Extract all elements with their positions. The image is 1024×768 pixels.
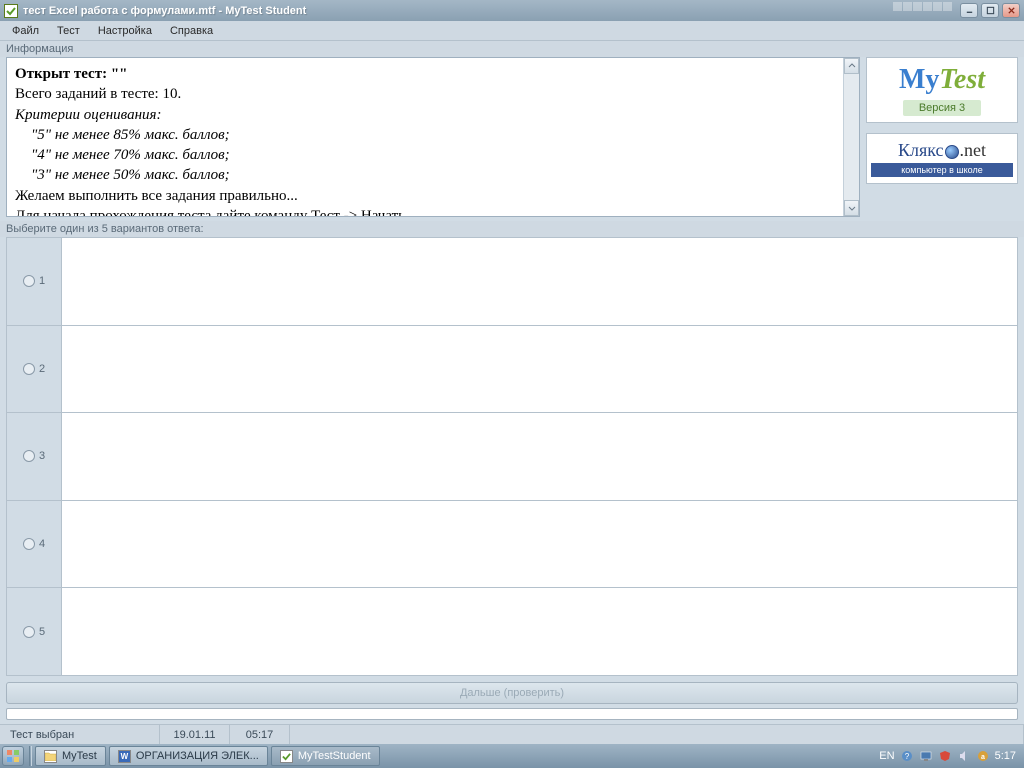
info-grade3: "3" не менее 50% макс. баллов; (15, 165, 851, 185)
close-button[interactable] (1002, 3, 1020, 18)
globe-icon (945, 145, 959, 159)
windows-icon (6, 749, 20, 763)
status-time: 05:17 (230, 725, 290, 744)
menu-file[interactable]: Файл (4, 23, 47, 39)
answer-num-2: 2 (39, 363, 45, 375)
taskbar: MyTest W ОРГАНИЗАЦИЯ ЭЛЕК... MyTestStude… (0, 744, 1024, 768)
task-label-0: MyTest (62, 750, 97, 762)
svg-text:a: a (981, 754, 985, 761)
logo-version: Версия 3 (903, 100, 981, 116)
tray-lang[interactable]: EN (879, 750, 894, 762)
answer-body-1[interactable] (61, 238, 1017, 325)
app-window: тест Excel работа с формулами.mtf - MyTe… (0, 0, 1024, 744)
answer-row-2: 2 (7, 326, 1017, 414)
answer-body-4[interactable] (61, 501, 1017, 588)
answer-row-3: 3 (7, 413, 1017, 501)
radio-icon (23, 626, 35, 638)
answer-num-4: 4 (39, 538, 45, 550)
answer-radio-5[interactable]: 5 (7, 626, 61, 638)
klyakso-logo: Клякс .net компьютер в школе (866, 133, 1018, 184)
info-grade5: "5" не менее 85% макс. баллов; (15, 125, 851, 145)
info-scrollbar[interactable] (843, 58, 859, 216)
task-item-mytest-folder[interactable]: MyTest (35, 746, 106, 766)
task-label-2: MyTestStudent (298, 750, 371, 762)
tray-agent-icon[interactable]: a (976, 749, 990, 763)
task-item-myteststudent[interactable]: MyTestStudent (271, 746, 380, 766)
progress-row (6, 706, 1018, 724)
logo-my: My (899, 64, 939, 95)
titlebar: тест Excel работа с формулами.mtf - MyTe… (0, 0, 1024, 21)
menu-help[interactable]: Справка (162, 23, 221, 39)
tray-clock[interactable]: 5:17 (995, 750, 1016, 762)
answers-area: 1 2 3 4 5 Дальше (проверить) (0, 237, 1024, 724)
window-controls (960, 3, 1020, 18)
next-button[interactable]: Дальше (проверить) (6, 682, 1018, 704)
info-panel-label: Информация (0, 41, 1024, 57)
klyakso-subtitle: компьютер в школе (871, 163, 1013, 177)
status-test-state: Тест выбран (0, 725, 160, 744)
task-item-word-doc[interactable]: W ОРГАНИЗАЦИЯ ЭЛЕК... (109, 746, 268, 766)
answer-body-3[interactable] (61, 413, 1017, 500)
answer-row-4: 4 (7, 501, 1017, 589)
titlebar-decoration (893, 2, 952, 11)
maximize-button[interactable] (981, 3, 999, 18)
radio-icon (23, 275, 35, 287)
task-label-1: ОРГАНИЗАЦИЯ ЭЛЕК... (136, 750, 259, 762)
answer-num-5: 5 (39, 626, 45, 638)
start-button[interactable] (2, 746, 24, 766)
scroll-up-icon[interactable] (844, 58, 859, 74)
info-opened: Открыт тест: "" (15, 64, 851, 84)
menu-settings[interactable]: Настройка (90, 23, 160, 39)
window-title: тест Excel работа с формулами.mtf - MyTe… (23, 5, 960, 17)
menubar: Файл Тест Настройка Справка (0, 21, 1024, 41)
app-task-icon (280, 750, 293, 763)
answer-radio-2[interactable]: 2 (7, 363, 61, 375)
logo-test: Test (939, 64, 985, 95)
system-tray: EN ? a 5:17 (879, 749, 1022, 763)
klyakso-net: .net (960, 140, 987, 160)
answer-row-5: 5 (7, 588, 1017, 675)
word-icon: W (118, 750, 131, 763)
tray-shield-icon[interactable] (938, 749, 952, 763)
status-spacer (290, 725, 1024, 744)
answers-hint: Выберите один из 5 вариантов ответа: (0, 221, 1024, 237)
answer-num-1: 1 (39, 275, 45, 287)
info-total: Всего заданий в тесте: 10. (15, 84, 851, 104)
progress-bar (6, 708, 1018, 720)
answer-body-2[interactable] (61, 326, 1017, 413)
info-row: Открыт тест: "" Всего заданий в тесте: 1… (0, 57, 1024, 221)
statusbar: Тест выбран 19.01.11 05:17 (0, 724, 1024, 744)
menu-test[interactable]: Тест (49, 23, 88, 39)
info-grade4: "4" не менее 70% макс. баллов; (15, 145, 851, 165)
svg-text:?: ? (904, 752, 909, 761)
app-icon (4, 4, 18, 18)
info-start-hint: Для начала прохождения теста дайте коман… (15, 206, 851, 217)
mytest-logo: MyTest Версия 3 (866, 57, 1018, 123)
answer-radio-3[interactable]: 3 (7, 450, 61, 462)
answer-body-5[interactable] (61, 588, 1017, 675)
info-text-box: Открыт тест: "" Всего заданий в тесте: 1… (6, 57, 860, 217)
status-date: 19.01.11 (160, 725, 230, 744)
radio-icon (23, 363, 35, 375)
scroll-track[interactable] (844, 74, 859, 200)
scroll-down-icon[interactable] (844, 200, 859, 216)
answer-row-1: 1 (7, 238, 1017, 326)
klyakso-text: Клякс (898, 140, 944, 160)
radio-icon (23, 450, 35, 462)
answer-radio-4[interactable]: 4 (7, 538, 61, 550)
answers-list: 1 2 3 4 5 (6, 237, 1018, 676)
radio-icon (23, 538, 35, 550)
answer-radio-1[interactable]: 1 (7, 275, 61, 287)
taskbar-separator (29, 746, 32, 766)
info-criteria: Критерии оценивания: (15, 105, 851, 125)
info-wish: Желаем выполнить все задания правильно..… (15, 186, 851, 206)
tray-audio-icon[interactable] (957, 749, 971, 763)
next-button-row: Дальше (проверить) (6, 676, 1018, 706)
tray-monitor-icon[interactable] (919, 749, 933, 763)
minimize-button[interactable] (960, 3, 978, 18)
logo-column: MyTest Версия 3 Клякс .net компьютер в шк… (866, 57, 1018, 217)
answer-num-3: 3 (39, 450, 45, 462)
folder-icon (44, 750, 57, 763)
tray-help-icon[interactable]: ? (900, 749, 914, 763)
